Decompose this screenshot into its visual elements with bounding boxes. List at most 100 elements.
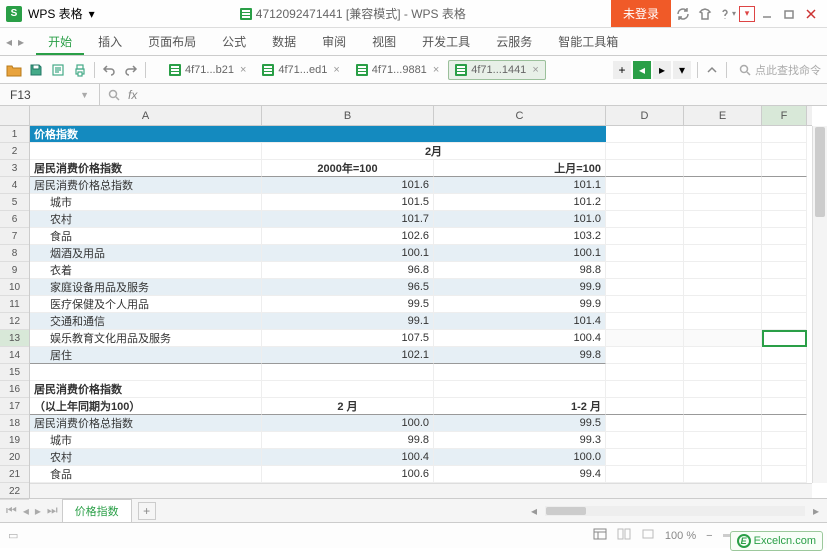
row-header-3[interactable]: 3: [0, 160, 29, 177]
cell[interactable]: 102.1: [262, 347, 434, 364]
cell[interactable]: 96.8: [262, 262, 434, 279]
col-header-D[interactable]: D: [606, 106, 684, 125]
row-header-2[interactable]: 2: [0, 143, 29, 160]
row-header-16[interactable]: 16: [0, 381, 29, 398]
cell[interactable]: 100.1: [262, 245, 434, 262]
cells-grid[interactable]: 价格指数2月居民消费价格指数2000年=100上月=100居民消费价格总指数10…: [30, 126, 812, 483]
new-tab-button[interactable]: +: [613, 61, 631, 79]
print-icon[interactable]: [72, 62, 88, 78]
maximize-button[interactable]: [779, 4, 799, 24]
cell[interactable]: [606, 296, 684, 313]
cell[interactable]: [606, 364, 684, 381]
sheet-nav-last-icon[interactable]: ⏭: [45, 503, 60, 518]
cell[interactable]: 99.8: [262, 432, 434, 449]
cell[interactable]: 99.1: [262, 313, 434, 330]
cell[interactable]: 100.6: [262, 466, 434, 483]
row-header-12[interactable]: 12: [0, 313, 29, 330]
cell[interactable]: [684, 432, 762, 449]
cell[interactable]: 农村: [30, 449, 262, 466]
menu-item-2[interactable]: 页面布局: [136, 28, 208, 55]
row-header-20[interactable]: 20: [0, 449, 29, 466]
cell[interactable]: 101.1: [434, 177, 606, 194]
cell[interactable]: [684, 177, 762, 194]
scrollbar-thumb[interactable]: [815, 127, 825, 217]
cell[interactable]: [684, 466, 762, 483]
cell[interactable]: [762, 262, 807, 279]
menu-item-9[interactable]: 智能工具箱: [546, 28, 630, 55]
tab-next-button[interactable]: ▸: [653, 61, 671, 79]
cell[interactable]: 居民消费价格指数: [30, 160, 262, 177]
doc-tab-2[interactable]: 4f71...9881×: [349, 60, 447, 80]
cell[interactable]: 农村: [30, 211, 262, 228]
menu-item-4[interactable]: 数据: [260, 28, 308, 55]
cell[interactable]: 居民消费价格总指数: [30, 177, 262, 194]
row-header-19[interactable]: 19: [0, 432, 29, 449]
skin-icon[interactable]: [695, 4, 715, 24]
row-header-1[interactable]: 1: [0, 126, 29, 143]
cell[interactable]: [606, 143, 684, 160]
cell[interactable]: 娱乐教育文化用品及服务: [30, 330, 262, 347]
cell[interactable]: [762, 126, 807, 143]
cell[interactable]: 107.5: [262, 330, 434, 347]
sheet-tab-active[interactable]: 价格指数: [62, 499, 132, 522]
cell[interactable]: [606, 177, 684, 194]
hscroll-left-icon[interactable]: ◂: [527, 504, 541, 518]
row-header-18[interactable]: 18: [0, 415, 29, 432]
vertical-scrollbar[interactable]: [812, 126, 827, 483]
cell[interactable]: 99.9: [434, 279, 606, 296]
row-header-11[interactable]: 11: [0, 296, 29, 313]
zoom-value[interactable]: 100 %: [665, 530, 696, 542]
cell[interactable]: [684, 228, 762, 245]
minimize-button[interactable]: [757, 4, 777, 24]
cell[interactable]: 98.8: [434, 262, 606, 279]
cell[interactable]: 2000年=100: [262, 160, 434, 177]
cell[interactable]: [762, 415, 807, 432]
menu-item-0[interactable]: 开始: [36, 28, 84, 55]
cell[interactable]: [762, 330, 807, 347]
undo-icon[interactable]: [101, 62, 117, 78]
search-icon[interactable]: [108, 89, 120, 101]
cell[interactable]: 101.2: [434, 194, 606, 211]
cell[interactable]: [684, 296, 762, 313]
cell[interactable]: [606, 279, 684, 296]
cell[interactable]: [684, 143, 762, 160]
cell[interactable]: 99.8: [434, 347, 606, 364]
cell[interactable]: [684, 279, 762, 296]
zoom-out-button[interactable]: −: [706, 530, 712, 542]
col-header-E[interactable]: E: [684, 106, 762, 125]
cell[interactable]: [30, 143, 262, 160]
view-normal-icon[interactable]: [593, 528, 607, 543]
cell[interactable]: [684, 364, 762, 381]
cell[interactable]: 99.4: [434, 466, 606, 483]
cell[interactable]: [262, 381, 434, 398]
menu-item-8[interactable]: 云服务: [484, 28, 544, 55]
row-header-7[interactable]: 7: [0, 228, 29, 245]
cell[interactable]: [762, 364, 807, 381]
cell[interactable]: 99.5: [262, 296, 434, 313]
name-box[interactable]: F13 ▼: [0, 84, 100, 105]
cell[interactable]: （以上年同期为100）: [30, 398, 262, 415]
cell[interactable]: [606, 211, 684, 228]
cell[interactable]: [684, 415, 762, 432]
cell[interactable]: 100.4: [434, 330, 606, 347]
cell[interactable]: 居住: [30, 347, 262, 364]
cell[interactable]: 居民消费价格指数: [30, 381, 262, 398]
close-icon[interactable]: ×: [532, 64, 538, 76]
cell[interactable]: [30, 364, 262, 381]
cell[interactable]: [262, 364, 434, 381]
help-icon[interactable]: ▾: [717, 4, 737, 24]
cell[interactable]: 103.2: [434, 228, 606, 245]
row-header-6[interactable]: 6: [0, 211, 29, 228]
login-button[interactable]: 未登录: [611, 0, 671, 27]
cell[interactable]: [762, 381, 807, 398]
cell[interactable]: 居民消费价格总指数: [30, 415, 262, 432]
cell[interactable]: [606, 381, 684, 398]
row-header-21[interactable]: 21: [0, 466, 29, 483]
row-header-22[interactable]: 22: [0, 483, 29, 500]
cell[interactable]: [762, 143, 807, 160]
close-icon[interactable]: ×: [433, 64, 439, 76]
cell[interactable]: 上月=100: [434, 160, 606, 177]
cell[interactable]: [762, 245, 807, 262]
cell[interactable]: 100.4: [262, 449, 434, 466]
cell[interactable]: 食品: [30, 466, 262, 483]
